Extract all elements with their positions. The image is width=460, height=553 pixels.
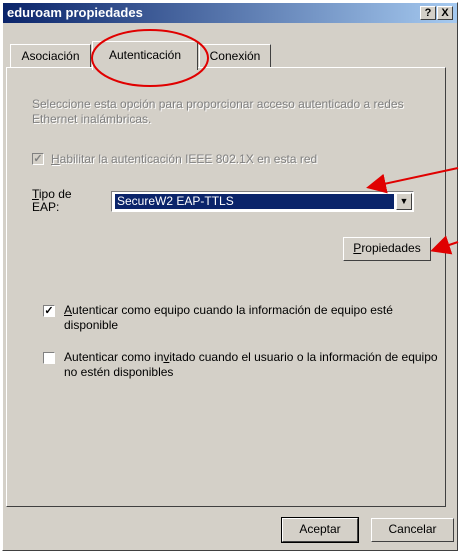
cancel-button[interactable]: Cancelar bbox=[371, 518, 454, 542]
auth-as-guest-checkbox[interactable] bbox=[43, 352, 55, 364]
tab-panel bbox=[6, 67, 446, 507]
eap-type-select[interactable]: SecureW2 EAP-TTLS ▼ bbox=[111, 191, 414, 212]
eap-type-label: Tipo de EAP: bbox=[32, 187, 72, 214]
tab-conexion[interactable]: Conexión bbox=[199, 44, 271, 67]
enable-8021x-label: Habilitar la autenticación IEEE 802.1X e… bbox=[51, 152, 318, 166]
eap-type-value: SecureW2 EAP-TTLS bbox=[115, 194, 394, 209]
chevron-down-icon[interactable]: ▼ bbox=[396, 193, 412, 210]
tab-asociacion[interactable]: Asociación bbox=[10, 44, 91, 67]
close-button[interactable]: X bbox=[437, 6, 453, 20]
help-button[interactable]: ? bbox=[420, 6, 436, 20]
auth-as-guest-label: Autenticar como invitado cuando el usuar… bbox=[64, 350, 438, 379]
auth-as-computer-checkbox[interactable]: ✓ bbox=[43, 305, 55, 317]
auth-as-computer-label: Autenticar como equipo cuando la informa… bbox=[64, 303, 393, 332]
properties-button[interactable]: Propiedades bbox=[343, 237, 431, 261]
enable-8021x-checkbox[interactable]: ✓ bbox=[32, 153, 44, 165]
tab-autenticacion[interactable]: Autenticación bbox=[92, 41, 198, 70]
ok-button[interactable]: Aceptar bbox=[281, 517, 359, 543]
window-title: eduroam propiedades bbox=[7, 5, 143, 20]
auth-description: Seleccione esta opción para proporcionar… bbox=[32, 97, 404, 126]
title-bar[interactable]: eduroam propiedades ? X bbox=[3, 3, 457, 23]
